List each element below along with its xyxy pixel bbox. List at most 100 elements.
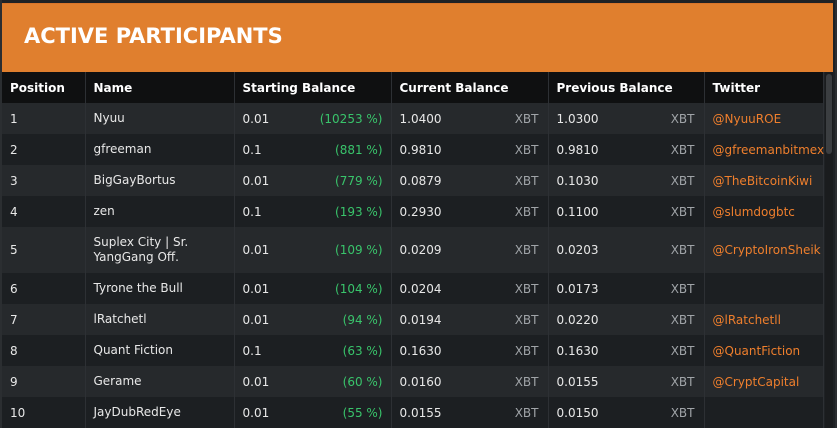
participant-name: Nyuu	[85, 103, 235, 134]
position-cell: 7	[2, 304, 86, 335]
current-balance-value: 0.0204	[399, 281, 442, 296]
current-balance-value: 0.1630	[399, 343, 442, 358]
position-cell: 5	[2, 227, 86, 273]
currency-unit: XBT	[514, 173, 539, 188]
current-balance-cell: 0.0160 XBT	[391, 366, 549, 397]
current-balance-value: 0.0879	[399, 173, 442, 188]
table-row: 6 Tyrone the Bull 0.01 (104 %) 0.0204 XBT 0.01…	[2, 273, 824, 304]
currency-unit: XBT	[670, 405, 695, 420]
twitter-handle-link[interactable]: @TheBitcoinKiwi	[704, 165, 824, 196]
currency-unit: XBT	[670, 312, 695, 327]
current-balance-cell: 0.0155 XBT	[391, 397, 549, 428]
column-header-starting-balance[interactable]: Starting Balance	[234, 72, 392, 103]
participant-name: gfreeman	[85, 134, 235, 165]
table-row: 7 lRatchetl 0.01 (94 %) 0.0194 XBT 0.0220 XBT @l…	[2, 304, 824, 335]
starting-balance-cell: 0.01 (55 %)	[234, 397, 392, 428]
position-cell: 4	[2, 196, 86, 227]
previous-balance-cell: 0.0203 XBT	[548, 227, 705, 273]
previous-balance-cell: 0.1630 XBT	[548, 335, 705, 366]
column-header-current-balance[interactable]: Current Balance	[391, 72, 549, 103]
table-header-row: Position Name Starting Balance Current B…	[2, 72, 824, 103]
table-row: 8 Quant Fiction 0.1 (63 %) 0.1630 XBT 0.1630 XB…	[2, 335, 824, 366]
starting-balance-value: 0.01	[242, 374, 270, 389]
previous-balance-value: 0.0150	[556, 405, 599, 420]
gain-percent: (94 %)	[342, 312, 383, 327]
starting-balance-cell: 0.01 (104 %)	[234, 273, 392, 304]
current-balance-value: 1.0400	[399, 111, 442, 126]
twitter-handle-link[interactable]: @QuantFiction	[704, 335, 824, 366]
currency-unit: XBT	[670, 204, 695, 219]
current-balance-cell: 0.0209 XBT	[391, 227, 549, 273]
twitter-handle-link[interactable]	[704, 397, 824, 428]
starting-balance-value: 0.01	[242, 281, 270, 296]
currency-unit: XBT	[670, 111, 695, 126]
twitter-handle-link[interactable]: @NyuuROE	[704, 103, 824, 134]
gain-percent: (60 %)	[342, 374, 383, 389]
table-row: 2 gfreeman 0.1 (881 %) 0.9810 XBT 0.9810 XBT @gf…	[2, 134, 824, 165]
starting-balance-cell: 0.01 (94 %)	[234, 304, 392, 335]
gain-percent: (193 %)	[335, 204, 383, 219]
previous-balance-value: 0.0220	[556, 312, 599, 327]
previous-balance-cell: 0.9810 XBT	[548, 134, 705, 165]
currency-unit: XBT	[514, 204, 539, 219]
currency-unit: XBT	[514, 243, 539, 257]
gain-percent: (10253 %)	[319, 111, 383, 126]
current-balance-cell: 0.0194 XBT	[391, 304, 549, 335]
participant-name: BigGayBortus	[85, 165, 235, 196]
current-balance-cell: 0.0204 XBT	[391, 273, 549, 304]
gain-percent: (109 %)	[335, 243, 383, 257]
current-balance-value: 0.0155	[399, 405, 442, 420]
currency-unit: XBT	[514, 142, 539, 157]
current-balance-value: 0.0209	[399, 243, 442, 257]
current-balance-cell: 0.9810 XBT	[391, 134, 549, 165]
starting-balance-value: 0.01	[242, 405, 270, 420]
previous-balance-cell: 0.0220 XBT	[548, 304, 705, 335]
previous-balance-value: 0.1100	[556, 204, 599, 219]
column-header-previous-balance[interactable]: Previous Balance	[548, 72, 705, 103]
current-balance-cell: 1.0400 XBT	[391, 103, 549, 134]
starting-balance-cell: 0.01 (60 %)	[234, 366, 392, 397]
twitter-handle-link[interactable]: @gfreemanbitmex	[704, 134, 824, 165]
twitter-handle-link[interactable]: @CryptCapital	[704, 366, 824, 397]
currency-unit: XBT	[514, 374, 539, 389]
twitter-handle-link[interactable]: @CryptoIronSheik	[704, 227, 824, 273]
column-header-twitter[interactable]: Twitter	[704, 72, 824, 103]
currency-unit: XBT	[670, 142, 695, 157]
current-balance-value: 0.2930	[399, 204, 442, 219]
column-header-name[interactable]: Name	[85, 72, 235, 103]
current-balance-cell: 0.1630 XBT	[391, 335, 549, 366]
previous-balance-value: 0.0173	[556, 281, 599, 296]
participant-name: JayDubRedEye	[85, 397, 235, 428]
twitter-handle-link[interactable]	[704, 273, 824, 304]
table-row: 4 zen 0.1 (193 %) 0.2930 XBT 0.1100 XBT @slumdog…	[2, 196, 824, 227]
twitter-handle-link[interactable]: @lRatchetll	[704, 304, 824, 335]
previous-balance-value: 0.1030	[556, 173, 599, 188]
position-cell: 1	[2, 103, 86, 134]
participant-name: Gerame	[85, 366, 235, 397]
participant-name: lRatchetl	[85, 304, 235, 335]
banner: ACTIVE PARTICIPANTS	[2, 3, 833, 72]
twitter-handle-link[interactable]: @slumdogbtc	[704, 196, 824, 227]
starting-balance-cell: 0.01 (10253 %)	[234, 103, 392, 134]
previous-balance-value: 0.0203	[556, 243, 599, 257]
scrollbar-thumb[interactable]	[826, 74, 832, 154]
currency-unit: XBT	[514, 312, 539, 327]
participant-name: Suplex City | Sr. YangGang Off.	[85, 227, 235, 273]
table-row: 5 Suplex City | Sr. YangGang Off. 0.01 (109…	[2, 227, 824, 273]
currency-unit: XBT	[670, 243, 695, 257]
position-cell: 2	[2, 134, 86, 165]
column-header-position[interactable]: Position	[2, 72, 86, 103]
gain-percent: (63 %)	[342, 343, 383, 358]
current-balance-value: 0.0194	[399, 312, 442, 327]
starting-balance-cell: 0.01 (779 %)	[234, 165, 392, 196]
position-cell: 9	[2, 366, 86, 397]
previous-balance-cell: 0.0150 XBT	[548, 397, 705, 428]
starting-balance-cell: 0.01 (109 %)	[234, 227, 392, 273]
starting-balance-cell: 0.1 (881 %)	[234, 134, 392, 165]
starting-balance-value: 0.1	[242, 142, 262, 157]
starting-balance-cell: 0.1 (63 %)	[234, 335, 392, 366]
currency-unit: XBT	[670, 281, 695, 296]
participant-name: Tyrone the Bull	[85, 273, 235, 304]
currency-unit: XBT	[514, 405, 539, 420]
position-cell: 8	[2, 335, 86, 366]
